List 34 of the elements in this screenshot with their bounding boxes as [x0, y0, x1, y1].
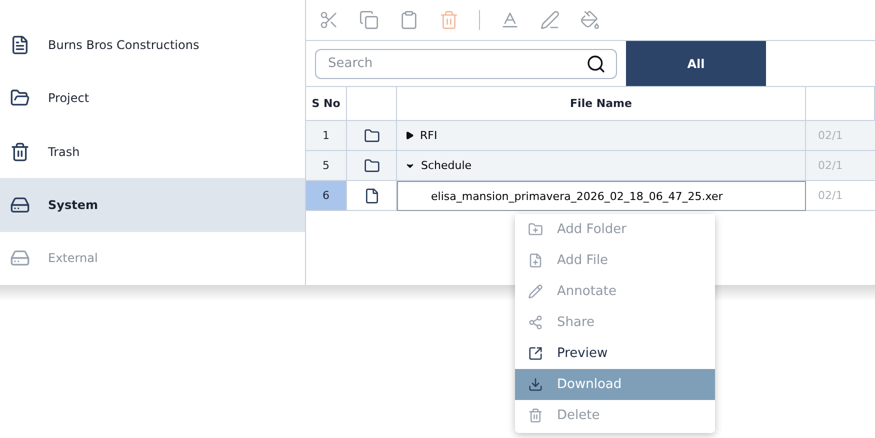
folder-icon	[364, 158, 380, 174]
menu-item[interactable]: Preview	[515, 338, 715, 369]
column-header: File Name	[570, 97, 632, 110]
external-link-icon	[528, 346, 543, 361]
folder-icon	[364, 128, 380, 144]
sidebar-item[interactable]: Project	[0, 71, 305, 125]
column-header: S No	[312, 97, 340, 110]
file-name[interactable]: RFI	[420, 129, 438, 142]
file-icon	[364, 188, 380, 204]
pencil-icon	[528, 284, 543, 299]
sidebar-item[interactable]: Trash	[0, 124, 305, 178]
share-icon	[528, 315, 543, 330]
document-icon	[10, 34, 30, 55]
date-text: 02/1	[818, 189, 843, 202]
row-number: 6	[322, 189, 330, 202]
all-button[interactable]: All	[626, 41, 766, 86]
row-number: 1	[322, 129, 330, 142]
download-icon	[528, 377, 543, 392]
sidebar-item[interactable]: System	[0, 178, 305, 232]
drive-icon	[10, 194, 30, 215]
sidebar-item[interactable]: Burns Bros Constructions	[0, 18, 305, 72]
folder-icon	[10, 88, 30, 108]
date-text: 02/1	[818, 159, 843, 172]
row-number: 5	[322, 159, 330, 172]
trash-icon	[10, 142, 30, 162]
file-plus-icon	[528, 253, 543, 268]
search-icon[interactable]	[586, 54, 606, 74]
file-name[interactable]: Schedule	[421, 159, 472, 172]
search-bar[interactable]: Search	[315, 48, 617, 78]
folder-plus-icon	[528, 222, 543, 237]
date-text: 02/1	[818, 129, 843, 142]
collapsed-caret-icon[interactable]	[405, 131, 414, 140]
trash-icon	[528, 408, 543, 423]
drive-icon	[10, 248, 30, 268]
